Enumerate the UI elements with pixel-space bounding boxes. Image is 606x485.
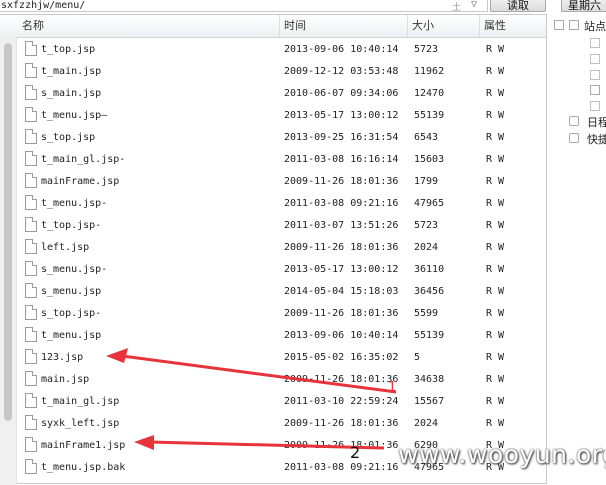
annotation-label-1: 1 <box>388 380 397 395</box>
arrow-1-line <box>121 354 397 394</box>
watermark: www.wooyun.org <box>398 440 606 469</box>
annotation-label-2: 2 <box>350 443 361 462</box>
arrow-2-line <box>149 440 385 450</box>
arrow-2-head <box>134 435 154 450</box>
arrow-1 <box>106 348 397 394</box>
arrow-2 <box>134 435 385 450</box>
arrow-1-head <box>106 348 128 363</box>
annotation-arrows <box>106 348 397 450</box>
